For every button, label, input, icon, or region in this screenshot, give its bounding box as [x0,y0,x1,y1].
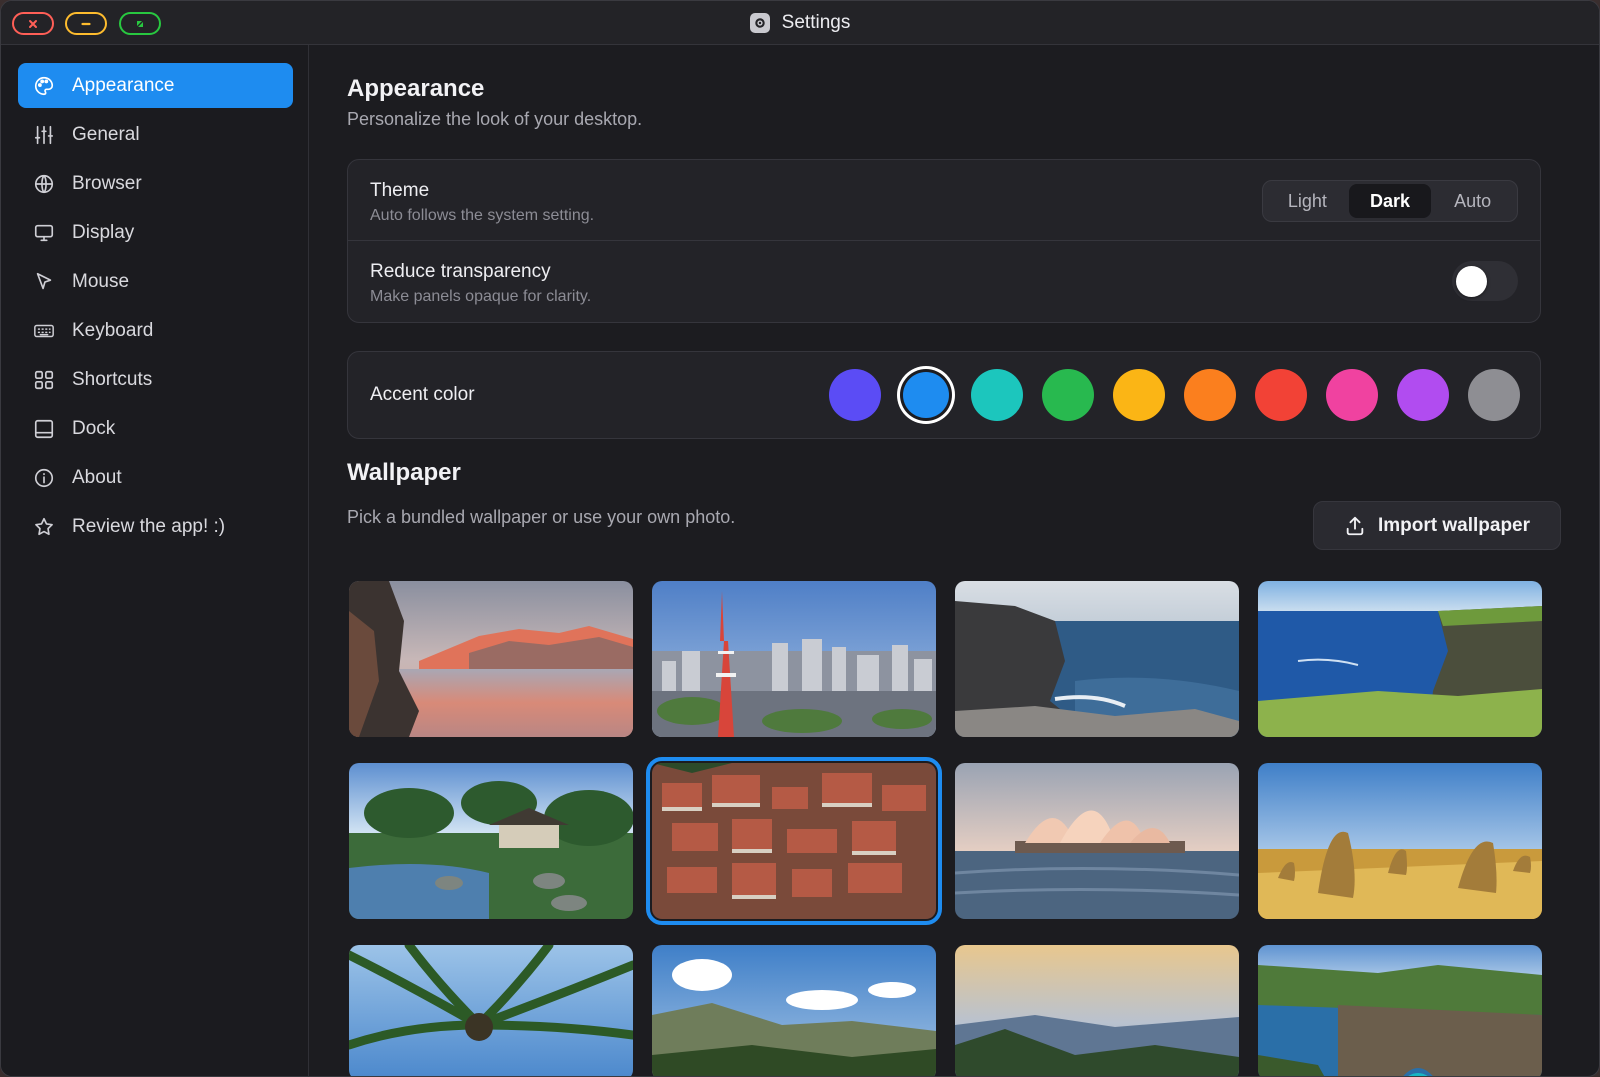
accent-swatch[interactable] [971,369,1023,421]
sidebar-item-general[interactable]: General [18,112,293,157]
accent-swatch[interactable] [1397,369,1449,421]
theme-segmented-control: Light Dark Auto [1262,180,1518,222]
sidebar-item-dock[interactable]: Dock [18,406,293,451]
window-title: Settings [781,12,851,33]
sidebar-item-label: Browser [72,172,142,194]
sidebar-item-label: About [72,466,122,488]
sliders-icon [32,123,56,147]
transparency-title: Reduce transparency [370,261,551,282]
sidebar-item-mouse[interactable]: Mouse [18,259,293,304]
keyboard-icon [32,319,56,343]
toggle-knob [1456,266,1487,297]
info-icon [32,466,56,490]
palette-icon [32,74,56,98]
accent-swatch[interactable] [1113,369,1165,421]
transparency-row: Reduce transparency Make panels opaque f… [348,241,1540,322]
settings-window: Settings Appearance General Browser Disp… [0,0,1600,1077]
wallpaper-tile-misty-hills[interactable] [955,945,1239,1076]
wallpaper-tile-japanese-garden[interactable] [349,763,633,919]
theme-title: Theme [370,180,430,201]
sidebar-item-label: General [72,123,140,145]
main-content: Appearance Personalize the look of your … [309,45,1599,1076]
wallpaper-tile-old-town[interactable] [646,757,942,925]
sidebar-item-about[interactable]: About [18,455,293,500]
accent-swatch[interactable] [1255,369,1307,421]
theme-description: Auto follows the system setting. [370,207,595,224]
sidebar-item-label: Appearance [72,74,175,96]
wallpaper-tile-opera-house[interactable] [955,763,1239,919]
grid-icon [32,368,56,392]
dock-icon [32,417,56,441]
wallpaper-tile-coastal-arch[interactable] [1258,945,1542,1076]
theme-option-auto[interactable]: Auto [1431,184,1514,218]
title-bar: Settings [1,1,1599,45]
wallpaper-tile-desert-pinnacles[interactable] [1258,763,1542,919]
wallpaper-tile-mountain-lake[interactable] [349,581,633,737]
globe-icon [32,172,56,196]
sidebar-item-label: Mouse [72,270,130,292]
sidebar-item-review[interactable]: Review the app! :) [18,504,293,549]
page-subtitle: Personalize the look of your desktop. [347,109,643,129]
accent-swatch[interactable] [1326,369,1378,421]
import-wallpaper-button[interactable]: Import wallpaper [1313,501,1561,550]
transparency-description: Make panels opaque for clarity. [370,288,592,305]
star-icon [32,515,56,539]
reduce-transparency-toggle[interactable] [1452,261,1518,301]
accent-color-swatches [829,369,1520,421]
theme-option-dark[interactable]: Dark [1348,184,1432,218]
sidebar-item-shortcuts[interactable]: Shortcuts [18,357,293,402]
sidebar-item-label: Review the app! :) [72,515,226,537]
theme-row: Theme Auto follows the system setting. L… [348,160,1540,241]
sidebar-item-label: Dock [72,417,116,439]
sidebar-item-browser[interactable]: Browser [18,161,293,206]
page-title: Appearance [347,75,485,102]
sidebar: Appearance General Browser Display Mouse [1,45,309,1076]
monitor-icon [32,221,56,245]
accent-swatch[interactable] [1468,369,1520,421]
wallpaper-title: Wallpaper [347,459,461,486]
sidebar-item-keyboard[interactable]: Keyboard [18,308,293,353]
wallpaper-tile-sea-cliffs[interactable] [1258,581,1542,737]
sidebar-item-display[interactable]: Display [18,210,293,255]
upload-icon [1346,516,1364,535]
accent-color-card: Accent color [347,351,1541,439]
accent-swatch[interactable] [903,372,949,418]
wallpaper-tile-valley[interactable] [652,945,936,1076]
import-wallpaper-label: Import wallpaper [1377,514,1531,536]
theme-option-light[interactable]: Light [1266,184,1349,218]
accent-swatch[interactable] [1184,369,1236,421]
accent-swatch[interactable] [829,369,881,421]
appearance-settings-card: Theme Auto follows the system setting. L… [347,159,1541,323]
sidebar-item-label: Shortcuts [72,368,153,390]
sidebar-item-label: Display [72,221,135,243]
wallpaper-tile-tokyo-tower[interactable] [652,581,936,737]
sidebar-item-label: Keyboard [72,319,154,341]
sidebar-item-appearance[interactable]: Appearance [18,63,293,108]
window-title-area: Settings [1,1,1599,45]
wallpaper-subtitle: Pick a bundled wallpaper or use your own… [347,507,736,527]
accent-swatch[interactable] [1042,369,1094,421]
accent-color-label: Accent color [370,384,475,405]
pointer-icon [32,270,56,294]
wallpaper-tile-rocky-coast[interactable] [955,581,1239,737]
wallpaper-tile-palm-trees[interactable] [349,945,633,1076]
settings-gear-icon [749,13,770,33]
